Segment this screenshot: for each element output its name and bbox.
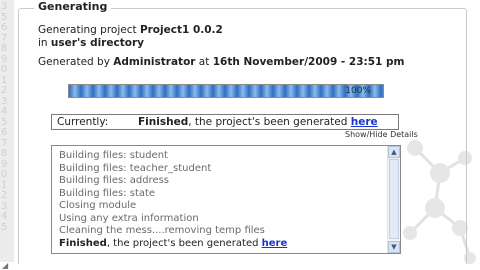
left-strip-digits: 3567890123456789012345 <box>1 1 8 233</box>
directory-line: in user's directory <box>38 37 144 50</box>
left-decorative-strip: 3567890123456789012345 <box>0 0 14 262</box>
log-line: Closing module <box>59 200 137 211</box>
log-line: Building files: address <box>59 175 170 186</box>
scroll-down-arrow-icon[interactable]: ▼ <box>388 241 400 253</box>
status-here-link[interactable]: here <box>351 116 378 128</box>
window-corner-icon: ◢ <box>2 261 9 270</box>
progress-label: 100% <box>345 86 371 96</box>
generated-timestamp: 16th November/2009 - 23:51 pm <box>212 56 405 68</box>
log-scrollbar[interactable]: ▲ ▼ <box>387 146 400 253</box>
project-line-prefix: Generating project <box>38 24 140 36</box>
status-message: Finished, the project's been generated h… <box>138 116 378 129</box>
project-name: Project1 0.0.2 <box>139 24 223 36</box>
log-here-link[interactable]: here <box>262 238 288 249</box>
project-line: Generating project Project1 0.0.2 <box>38 24 223 37</box>
group-title: Generating <box>34 0 112 14</box>
status-message-text: , the project's been generated <box>188 116 351 128</box>
generated-user: Administrator <box>113 56 196 68</box>
current-status-box: Currently: Finished, the project's been … <box>51 114 399 130</box>
log-final-message: , the project's been generated <box>106 237 262 249</box>
show-hide-details-toggle[interactable]: Show/Hide Details <box>345 130 418 140</box>
log-line: Building files: teacher_student <box>59 162 212 174</box>
directory-line-prefix: in <box>38 37 51 49</box>
scroll-up-arrow-icon[interactable]: ▲ <box>388 146 400 158</box>
scroll-thumb[interactable] <box>389 159 399 239</box>
log-line: Building files: state <box>59 187 156 199</box>
status-finished-word: Finished <box>138 116 189 128</box>
progress-fill <box>69 85 383 97</box>
generated-line: Generated by Administrator at 16th Novem… <box>38 56 404 69</box>
generated-line-middle: at <box>195 56 213 68</box>
log-line: Cleaning the mess....removing temp files <box>59 225 265 236</box>
log-finished-word: Finished <box>59 237 107 249</box>
progress-bar: 100% <box>68 84 384 98</box>
generated-line-prefix: Generated by <box>38 56 114 68</box>
log-line: Using any extra information <box>59 212 199 224</box>
status-label: Currently: <box>57 116 109 128</box>
log-line: Building files: student <box>59 150 168 161</box>
directory-value: user's directory <box>50 37 144 49</box>
log-final-line: Finished, the project's been generated h… <box>59 238 287 250</box>
details-log-panel[interactable]: Building files: student Building files: … <box>51 145 401 254</box>
